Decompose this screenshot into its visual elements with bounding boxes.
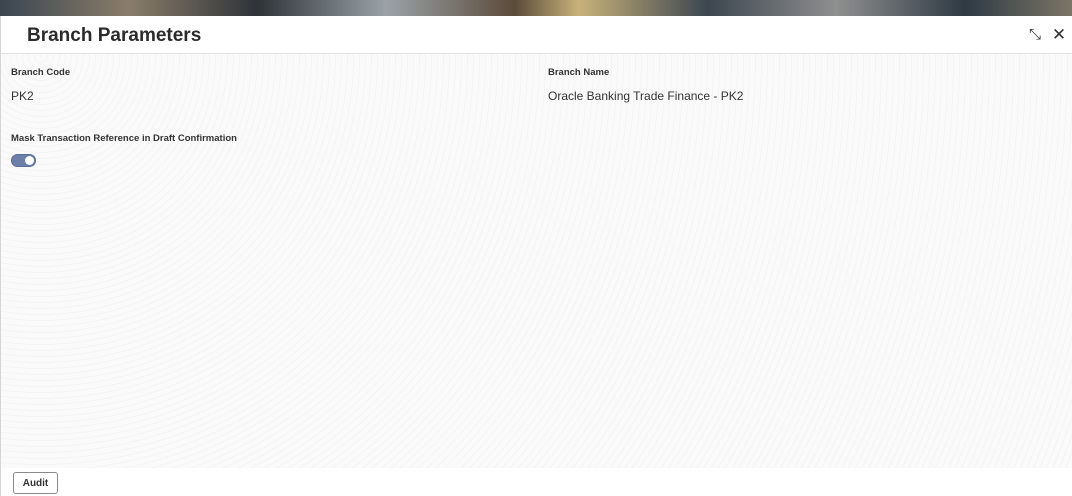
audit-button[interactable]: Audit [13, 472, 58, 494]
mask-transaction-reference-toggle[interactable] [11, 154, 36, 167]
page-title: Branch Parameters [27, 25, 202, 46]
branch-name-label: Branch Name [548, 67, 610, 78]
branch-code-label: Branch Code [11, 67, 71, 78]
branch-parameters-window: Branch Parameters ⤡ ✕ Branch Code PK2 Br… [0, 16, 1072, 496]
window-header: Branch Parameters ⤡ ✕ [1, 16, 1072, 54]
branch-name-value: Oracle Banking Trade Finance - PK2 [548, 89, 744, 103]
top-banner-strip [0, 0, 1072, 16]
collapse-arrows-icon[interactable]: ⤡ [1027, 27, 1043, 43]
close-icon[interactable]: ✕ [1051, 26, 1067, 43]
toggle-knob [25, 156, 34, 165]
branch-code-value: PK2 [11, 89, 34, 103]
footer-bar: Audit [1, 468, 1072, 496]
mask-transaction-reference-label: Mask Transaction Reference in Draft Conf… [11, 133, 237, 144]
